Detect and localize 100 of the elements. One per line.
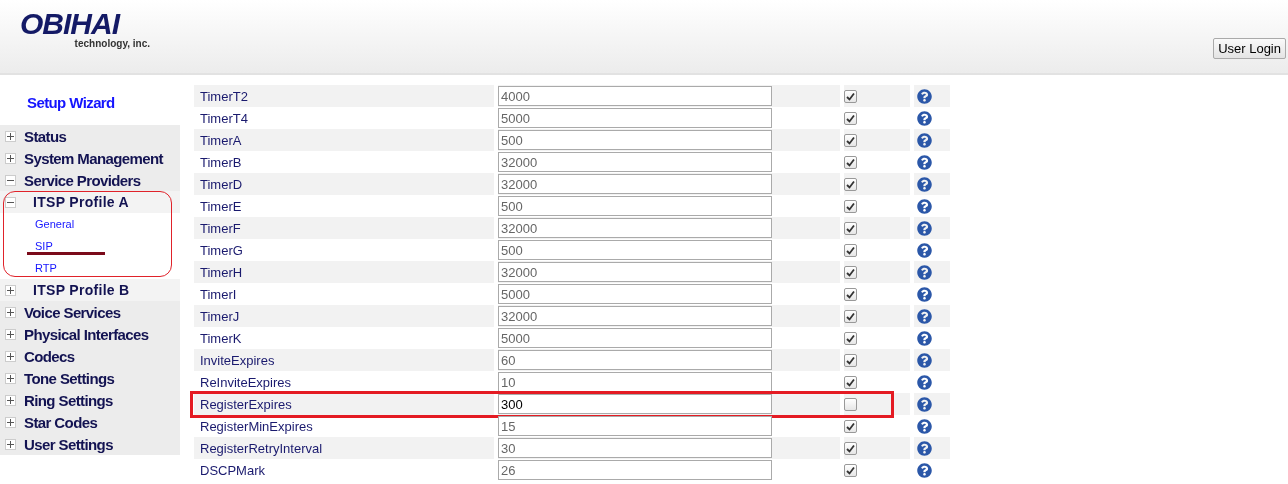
setting-name: TimerA xyxy=(194,129,494,151)
default-checkbox[interactable] xyxy=(844,375,857,389)
plus-icon xyxy=(7,418,14,426)
expand-toggle[interactable] xyxy=(5,438,16,450)
expand-toggle[interactable] xyxy=(5,152,16,164)
value-field[interactable]: 26 xyxy=(498,460,772,480)
setting-name: ReInviteExpires xyxy=(199,373,293,392)
value-field[interactable]: 500 xyxy=(498,130,772,150)
value-field[interactable]: 10 xyxy=(498,372,772,392)
value-field[interactable]: 32000 xyxy=(498,262,772,282)
plus-icon xyxy=(7,330,14,338)
help-icon[interactable] xyxy=(917,462,932,478)
setting-name: RegisterRetryInterval xyxy=(194,437,494,459)
collapse-toggle[interactable] xyxy=(5,174,16,186)
help-icon[interactable] xyxy=(917,264,932,280)
default-checkbox[interactable] xyxy=(844,463,857,477)
plus-icon xyxy=(7,374,14,382)
help-icon[interactable] xyxy=(917,220,932,236)
setting-name: TimerG xyxy=(199,241,244,260)
help-icon[interactable] xyxy=(917,440,932,456)
plus-icon xyxy=(7,132,14,140)
plus-icon xyxy=(7,308,14,316)
setting-name: TimerK xyxy=(199,329,243,348)
default-checkbox[interactable] xyxy=(844,419,857,433)
value-field[interactable]: 32000 xyxy=(498,218,772,238)
help-icon[interactable] xyxy=(917,396,932,412)
setting-name: TimerE xyxy=(199,197,243,216)
help-icon[interactable] xyxy=(917,198,932,214)
help-icon[interactable] xyxy=(917,308,932,324)
default-checkbox[interactable] xyxy=(844,111,857,125)
plus-icon xyxy=(7,352,14,360)
default-checkbox[interactable] xyxy=(844,287,857,301)
help-icon[interactable] xyxy=(917,176,932,192)
default-checkbox[interactable] xyxy=(844,155,857,169)
plus-icon xyxy=(7,286,14,294)
expand-toggle[interactable] xyxy=(5,130,16,142)
help-icon[interactable] xyxy=(917,242,932,258)
sidebar-item[interactable]: Status xyxy=(24,127,67,145)
expand-toggle[interactable] xyxy=(5,328,16,340)
plus-icon xyxy=(7,154,14,162)
default-checkbox[interactable] xyxy=(844,89,857,103)
expand-toggle[interactable] xyxy=(5,350,16,362)
value-field[interactable]: 5000 xyxy=(498,284,772,304)
help-icon[interactable] xyxy=(917,418,932,434)
value-field[interactable]: 15 xyxy=(498,416,772,436)
value-field[interactable]: 32000 xyxy=(498,152,772,172)
default-checkbox[interactable] xyxy=(844,331,857,345)
setting-name: TimerH xyxy=(194,261,494,283)
expand-toggle[interactable] xyxy=(5,394,16,406)
help-icon[interactable] xyxy=(917,330,932,346)
default-checkbox[interactable] xyxy=(844,243,857,257)
plus-icon xyxy=(7,440,14,448)
help-icon[interactable] xyxy=(917,374,932,390)
default-checkbox[interactable] xyxy=(844,265,857,279)
setting-name: TimerI xyxy=(199,285,238,304)
setting-name: InviteExpires xyxy=(194,349,494,371)
collapse-toggle[interactable] xyxy=(5,196,16,208)
value-field[interactable]: 32000 xyxy=(498,306,772,326)
setting-name: TimerT2 xyxy=(194,85,494,107)
setting-name: TimerB xyxy=(199,153,243,172)
expand-toggle[interactable] xyxy=(5,284,16,296)
value-field[interactable]: 300 xyxy=(498,394,772,414)
value-field[interactable]: 5000 xyxy=(498,328,772,348)
expand-toggle[interactable] xyxy=(5,372,16,384)
value-field[interactable]: 500 xyxy=(498,196,772,216)
setting-name: TimerJ xyxy=(194,305,494,327)
default-checkbox[interactable] xyxy=(844,133,857,147)
login-button[interactable]: User Login xyxy=(1213,38,1286,59)
value-field[interactable]: 5000 xyxy=(498,108,772,128)
setup-wizard-link[interactable]: Setup Wizard xyxy=(27,94,180,116)
value-field[interactable]: 500 xyxy=(498,240,772,260)
default-checkbox[interactable] xyxy=(844,441,857,455)
setting-name: TimerF xyxy=(194,217,494,239)
help-icon[interactable] xyxy=(917,154,932,170)
value-field[interactable]: 30 xyxy=(498,438,772,458)
default-checkbox[interactable] xyxy=(844,309,857,323)
expand-toggle[interactable] xyxy=(5,416,16,428)
default-checkbox[interactable] xyxy=(844,353,857,367)
value-field[interactable]: 32000 xyxy=(498,174,772,194)
setting-name: TimerD xyxy=(194,173,494,195)
logo: OBIHAI technology, inc. xyxy=(20,6,150,49)
plus-icon xyxy=(7,396,14,404)
sidebar-link[interactable]: General xyxy=(35,218,75,230)
default-checkbox[interactable] xyxy=(844,177,857,191)
value-field[interactable]: 4000 xyxy=(498,86,772,106)
setting-name: TimerT4 xyxy=(199,109,249,128)
default-checkbox[interactable] xyxy=(844,221,857,235)
default-checkbox[interactable] xyxy=(844,397,857,411)
setting-name: RegisterMinExpires xyxy=(199,417,314,436)
default-checkbox[interactable] xyxy=(844,199,857,213)
setting-name: RegisterExpires xyxy=(194,393,494,415)
help-icon[interactable] xyxy=(917,352,932,368)
help-icon[interactable] xyxy=(917,88,932,104)
sidebar-link[interactable]: RTP xyxy=(35,262,57,274)
help-icon[interactable] xyxy=(917,110,932,126)
sidebar-link[interactable]: SIP xyxy=(35,240,53,252)
expand-toggle[interactable] xyxy=(5,306,16,318)
help-icon[interactable] xyxy=(917,132,932,148)
value-field[interactable]: 60 xyxy=(498,350,772,370)
help-icon[interactable] xyxy=(917,286,932,302)
